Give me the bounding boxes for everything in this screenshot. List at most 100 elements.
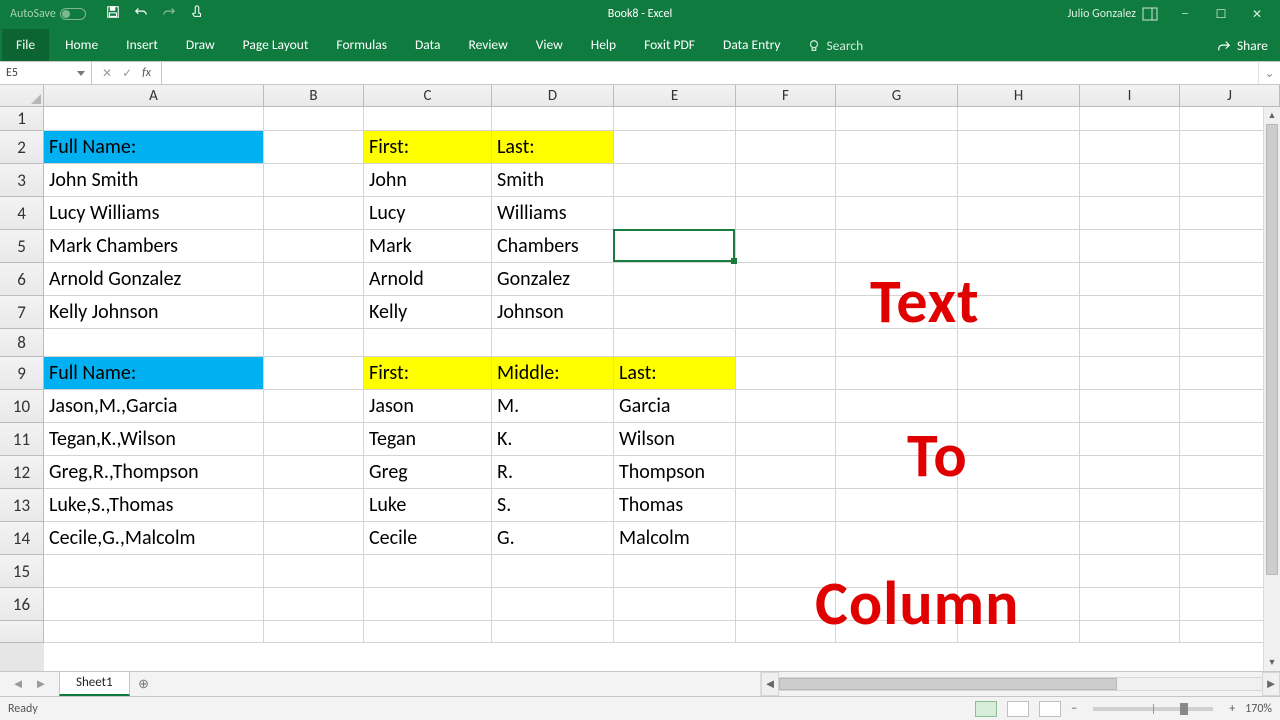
column-header-H[interactable]: H xyxy=(958,85,1080,107)
scroll-up-icon[interactable]: ▲ xyxy=(1264,107,1280,124)
cell[interactable] xyxy=(736,489,836,522)
share-button[interactable]: Share xyxy=(1205,30,1280,61)
sheet-tab-active[interactable]: Sheet1 xyxy=(59,672,130,696)
cell[interactable] xyxy=(736,263,836,296)
cell[interactable] xyxy=(44,621,264,643)
cell[interactable] xyxy=(44,329,264,357)
row-header-9[interactable]: 9 xyxy=(0,357,44,390)
cell[interactable] xyxy=(736,522,836,555)
cell-E9[interactable]: Last: xyxy=(614,357,736,390)
ribbon-tab-home[interactable]: Home xyxy=(51,29,112,61)
cell[interactable] xyxy=(1080,296,1180,329)
cell[interactable] xyxy=(264,390,364,423)
cell-C9[interactable]: First: xyxy=(364,357,492,390)
ribbon-tab-data[interactable]: Data xyxy=(401,29,454,61)
cell[interactable] xyxy=(264,164,364,197)
ribbon-tab-file[interactable]: File xyxy=(2,29,49,61)
row-header-10[interactable]: 10 xyxy=(0,390,44,423)
vertical-scrollbar[interactable]: ▲ ▼ xyxy=(1263,107,1280,671)
cell[interactable] xyxy=(264,131,364,164)
cell[interactable] xyxy=(264,555,364,588)
cell[interactable] xyxy=(958,456,1080,489)
cell[interactable] xyxy=(364,107,492,131)
touch-mode-icon[interactable] xyxy=(190,5,204,23)
save-icon[interactable] xyxy=(106,5,120,23)
page-break-view-button[interactable] xyxy=(1039,701,1061,717)
cell[interactable] xyxy=(1080,164,1180,197)
cell[interactable] xyxy=(736,296,836,329)
cell-A11[interactable]: Tegan,K.,Wilson xyxy=(44,423,264,456)
ribbon-tab-draw[interactable]: Draw xyxy=(172,29,229,61)
ribbon-tab-insert[interactable]: Insert xyxy=(112,29,172,61)
cell[interactable] xyxy=(364,588,492,621)
ribbon-tab-data-entry[interactable]: Data Entry xyxy=(709,29,795,61)
cell[interactable] xyxy=(614,107,736,131)
cell[interactable] xyxy=(492,555,614,588)
cell[interactable] xyxy=(264,197,364,230)
scroll-down-icon[interactable]: ▼ xyxy=(1264,654,1280,671)
ribbon-tab-review[interactable]: Review xyxy=(454,29,521,61)
row-header-6[interactable]: 6 xyxy=(0,263,44,296)
cell[interactable] xyxy=(1080,357,1180,390)
cell-C4[interactable]: Lucy xyxy=(364,197,492,230)
cell-D3[interactable]: Smith xyxy=(492,164,614,197)
cell[interactable] xyxy=(958,423,1080,456)
cell-C5[interactable]: Mark xyxy=(364,230,492,263)
cell-A4[interactable]: Lucy Williams xyxy=(44,197,264,230)
cell-C11[interactable]: Tegan xyxy=(364,423,492,456)
cell[interactable] xyxy=(264,230,364,263)
cell-D6[interactable]: Gonzalez xyxy=(492,263,614,296)
ribbon-tab-foxit-pdf[interactable]: Foxit PDF xyxy=(630,29,709,61)
cell[interactable] xyxy=(264,621,364,643)
cell-C6[interactable]: Arnold xyxy=(364,263,492,296)
normal-view-button[interactable] xyxy=(975,701,997,717)
cell-A6[interactable]: Arnold Gonzalez xyxy=(44,263,264,296)
column-header-F[interactable]: F xyxy=(736,85,836,107)
cell[interactable] xyxy=(836,489,958,522)
cell-E12[interactable]: Thompson xyxy=(614,456,736,489)
row-header-15[interactable]: 15 xyxy=(0,555,44,588)
cell[interactable] xyxy=(958,197,1080,230)
cell-A13[interactable]: Luke,S.,Thomas xyxy=(44,489,264,522)
cell[interactable] xyxy=(264,107,364,131)
cell[interactable] xyxy=(1080,423,1180,456)
cell-A5[interactable]: Mark Chambers xyxy=(44,230,264,263)
cell-D4[interactable]: Williams xyxy=(492,197,614,230)
cell-C13[interactable]: Luke xyxy=(364,489,492,522)
new-sheet-button[interactable]: ⊕ xyxy=(130,672,158,696)
cell[interactable] xyxy=(614,197,736,230)
cell[interactable] xyxy=(836,197,958,230)
autosave-toggle[interactable]: AutoSave xyxy=(10,7,86,21)
cell[interactable] xyxy=(958,131,1080,164)
cell-area[interactable]: Full Name:First:Last:John SmithJohnSmith… xyxy=(44,107,1280,671)
cell[interactable] xyxy=(736,131,836,164)
row-header-12[interactable]: 12 xyxy=(0,456,44,489)
cell[interactable] xyxy=(736,423,836,456)
maximize-button[interactable]: ☐ xyxy=(1212,7,1230,22)
cell[interactable] xyxy=(44,555,264,588)
cell[interactable] xyxy=(264,357,364,390)
undo-icon[interactable] xyxy=(134,5,148,23)
cell[interactable] xyxy=(958,107,1080,131)
cell-C7[interactable]: Kelly xyxy=(364,296,492,329)
cell[interactable] xyxy=(264,522,364,555)
zoom-slider[interactable] xyxy=(1093,707,1213,711)
cell-A12[interactable]: Greg,R.,Thompson xyxy=(44,456,264,489)
cell[interactable] xyxy=(736,456,836,489)
formula-input[interactable] xyxy=(162,62,1258,84)
cell[interactable] xyxy=(736,329,836,357)
cell[interactable] xyxy=(1080,588,1180,621)
cell[interactable] xyxy=(958,164,1080,197)
cell[interactable] xyxy=(1080,197,1180,230)
cell-E13[interactable]: Thomas xyxy=(614,489,736,522)
cell[interactable] xyxy=(736,197,836,230)
cell[interactable] xyxy=(1080,522,1180,555)
cell-A10[interactable]: Jason,M.,Garcia xyxy=(44,390,264,423)
cell[interactable] xyxy=(836,522,958,555)
column-header-C[interactable]: C xyxy=(364,85,492,107)
cell[interactable] xyxy=(264,423,364,456)
row-header-7[interactable]: 7 xyxy=(0,296,44,329)
cell-D10[interactable]: M. xyxy=(492,390,614,423)
cell[interactable] xyxy=(1080,456,1180,489)
row-header-13[interactable]: 13 xyxy=(0,489,44,522)
